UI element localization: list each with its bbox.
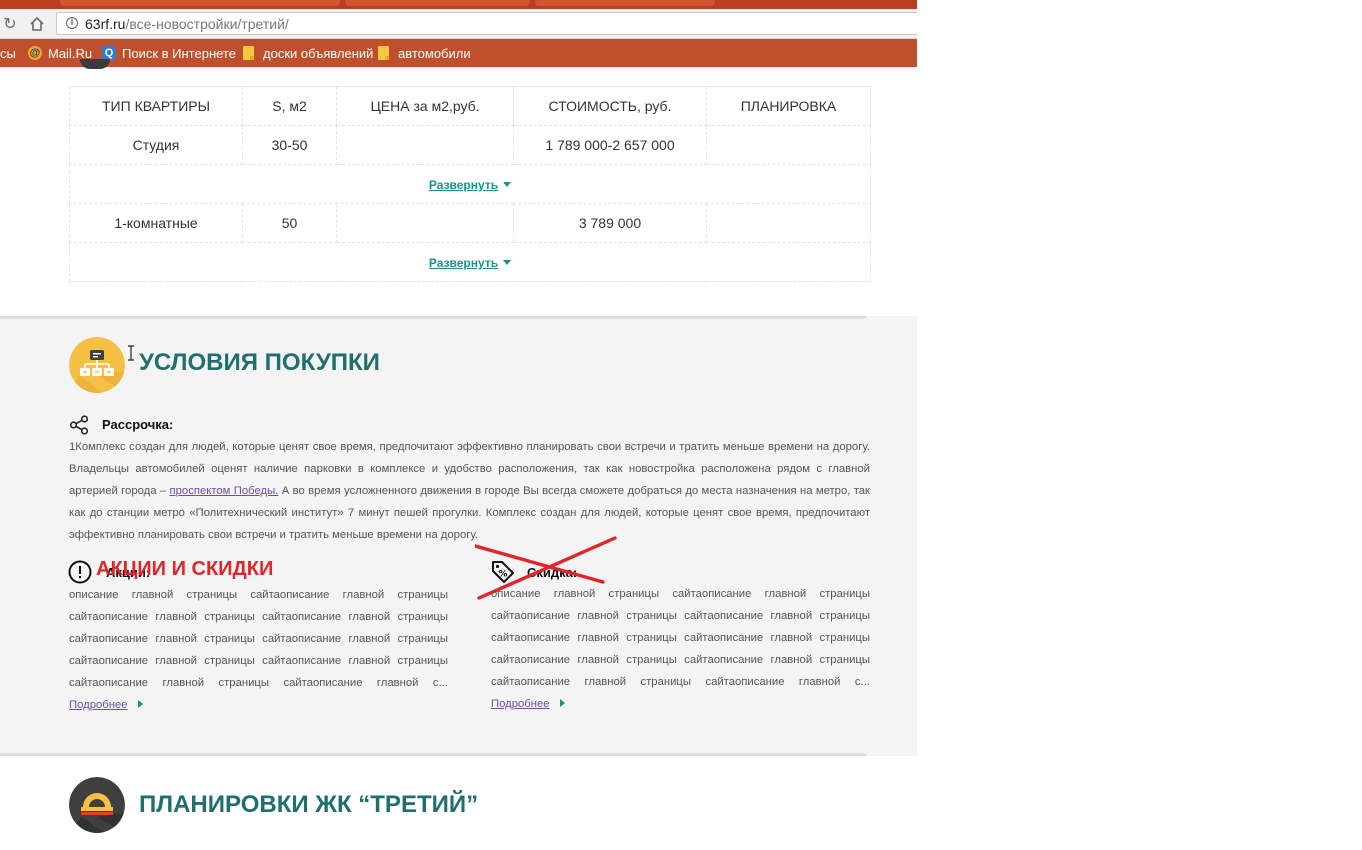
caret-down-icon[interactable] bbox=[503, 182, 512, 187]
caret-right-icon[interactable] bbox=[559, 699, 565, 707]
section-title: УСЛОВИЯ ПОКУПКИ bbox=[139, 349, 380, 376]
tab[interactable] bbox=[60, 0, 340, 6]
info-icon[interactable]: i bbox=[66, 17, 78, 29]
cell-type: Студия bbox=[69, 125, 243, 165]
section-title: ПЛАНИРОВКИ ЖК “ТРЕТИЙ” bbox=[139, 791, 479, 818]
tab[interactable] bbox=[345, 0, 530, 6]
mailru-icon: @ bbox=[28, 46, 42, 60]
promo-text: описание главной страницы сайтаописание … bbox=[69, 589, 448, 711]
cell-cost: 3 789 000 bbox=[513, 203, 707, 243]
divider bbox=[0, 316, 866, 319]
cell-area: 50 bbox=[242, 203, 337, 243]
promo-more-link[interactable]: Подробнее bbox=[69, 699, 128, 711]
bookmark-folder-cars[interactable]: автомобили bbox=[378, 45, 471, 61]
expand-cell: Развернуть bbox=[69, 242, 871, 282]
table-header-row: ТИП КВАРТИРЫ S, м2 ЦЕНА за м2,руб. СТОИМ… bbox=[69, 86, 871, 126]
divider bbox=[0, 753, 866, 756]
column-header: СТОИМОСТЬ, руб. bbox=[513, 86, 707, 126]
bookmark-item[interactable]: сы bbox=[0, 45, 16, 61]
search-icon: Q bbox=[102, 46, 116, 60]
cell-price-m2 bbox=[336, 203, 514, 243]
share-icon bbox=[69, 415, 89, 435]
purchase-section: УСЛОВИЯ ПОКУПКИ Рассрочка: 1Комплекс соз… bbox=[0, 316, 917, 756]
bookmark-folder-boards[interactable]: доски объявлений bbox=[243, 45, 373, 61]
cell-cost: 1 789 000-2 657 000 bbox=[513, 125, 707, 165]
expand-link[interactable]: Развернуть bbox=[429, 178, 498, 192]
browser-window: ↻ i 63rf.ru/все-новостройки/третий/ сы @… bbox=[0, 0, 917, 850]
prospect-link[interactable]: проспектом Победы. bbox=[170, 485, 279, 497]
expand-link[interactable]: Развернуть bbox=[429, 256, 498, 270]
caret-down-icon[interactable] bbox=[503, 260, 512, 265]
bookmarks-bar: сы @ Mail.Ru Q Поиск в Интернете доски объ… bbox=[0, 39, 917, 67]
cell-price-m2 bbox=[336, 125, 514, 165]
purchase-conditions-icon bbox=[69, 337, 125, 393]
folder-icon bbox=[378, 46, 389, 60]
discount-more-link[interactable]: Подробнее bbox=[491, 698, 550, 710]
installment-text: 1Комплекс создан для людей, которые ценя… bbox=[69, 441, 871, 541]
bookmark-search[interactable]: Q Поиск в Интернете bbox=[102, 45, 236, 61]
reload-icon[interactable]: ↻ bbox=[0, 14, 20, 34]
expand-row: Развернуть bbox=[69, 164, 871, 204]
column-header: ТИП КВАРТИРЫ bbox=[69, 86, 243, 126]
tab[interactable] bbox=[535, 0, 715, 6]
installment-title: Рассрочка: bbox=[102, 417, 174, 432]
caret-right-icon[interactable] bbox=[137, 700, 143, 708]
layouts-icon bbox=[69, 777, 125, 833]
text-cursor-icon bbox=[128, 345, 134, 361]
exclamation-icon bbox=[68, 560, 92, 584]
folder-icon bbox=[243, 46, 254, 60]
address-bar[interactable]: i 63rf.ru/все-новостройки/третий/ bbox=[56, 12, 917, 35]
table-row: Студия 30-50 1 789 000-2 657 000 bbox=[69, 125, 871, 165]
discount-text: описание главной страницы сайтаописание … bbox=[491, 588, 870, 710]
expand-cell: Развернуть bbox=[69, 164, 871, 204]
expand-row: Развернуть bbox=[69, 242, 871, 282]
url-text[interactable]: 63rf.ru/все-новостройки/третий/ bbox=[85, 16, 289, 32]
column-header: ПЛАНИРОВКА bbox=[706, 86, 871, 126]
column-header: ЦЕНА за м2,руб. bbox=[336, 86, 514, 126]
table-row: 1-комнатные 50 3 789 000 bbox=[69, 203, 871, 243]
cell-type: 1-комнатные bbox=[69, 203, 243, 243]
cell-plan bbox=[706, 203, 871, 243]
promo-overlay-label: АКЦИИ И СКИДКИ bbox=[96, 558, 274, 580]
tab-strip bbox=[0, 0, 917, 9]
browser-toolbar: ↻ i 63rf.ru/все-новостройки/третий/ bbox=[0, 9, 917, 39]
cell-area: 30-50 bbox=[242, 125, 337, 165]
cell-plan bbox=[706, 125, 871, 165]
section-icon-partial bbox=[80, 59, 110, 69]
home-icon[interactable] bbox=[27, 14, 47, 34]
column-header: S, м2 bbox=[242, 86, 337, 126]
price-table: ТИП КВАРТИРЫ S, м2 ЦЕНА за м2,руб. СТОИМ… bbox=[69, 86, 871, 282]
page-content: ТИП КВАРТИРЫ S, м2 ЦЕНА за м2,руб. СТОИМ… bbox=[0, 59, 917, 850]
